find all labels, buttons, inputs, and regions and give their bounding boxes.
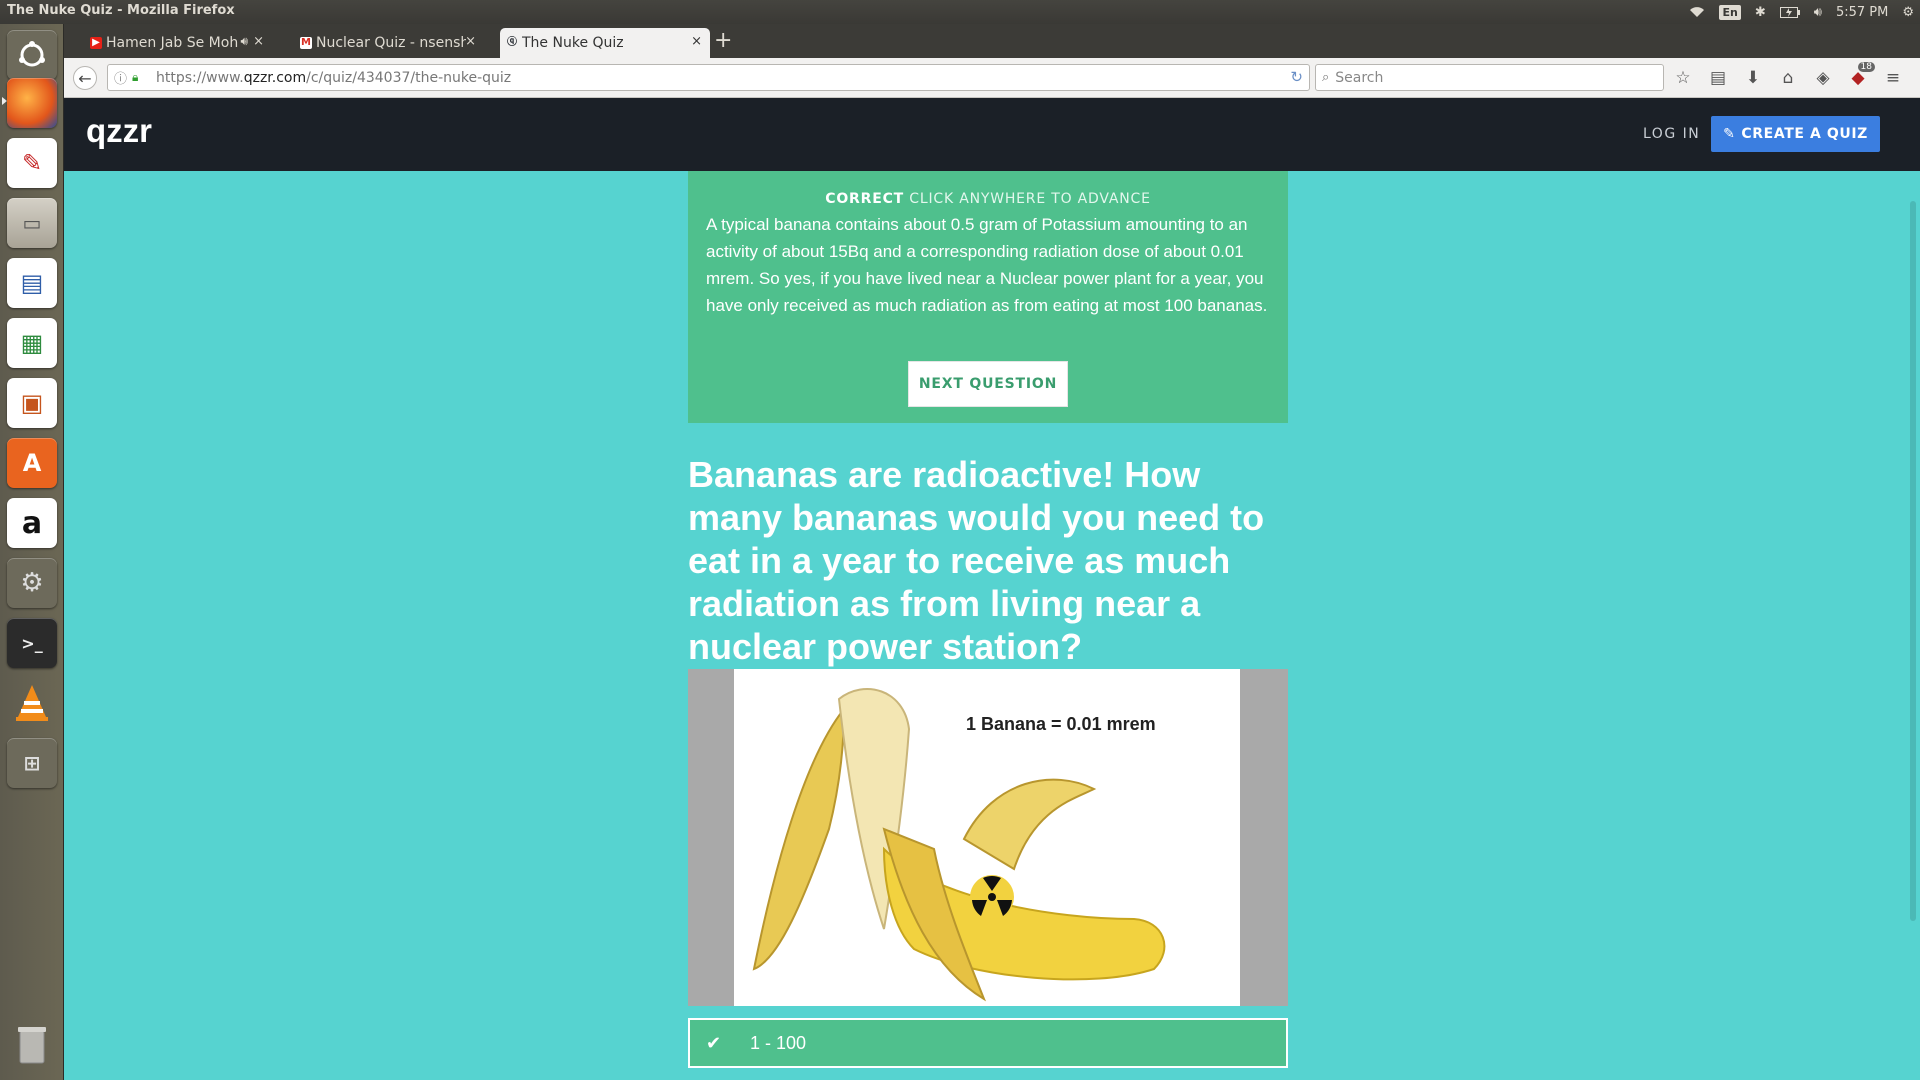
amazon-icon[interactable]: a: [7, 498, 57, 548]
tab-youtube[interactable]: ▶ Hamen Jab Se Moha 🔊︎ ×: [84, 28, 272, 58]
language-indicator[interactable]: En: [1719, 4, 1741, 20]
bookmark-star-icon[interactable]: ☆: [1672, 67, 1694, 89]
calc-icon[interactable]: ▦: [7, 318, 57, 368]
scrollbar-thumb[interactable]: [1910, 201, 1916, 921]
feedback-explanation: A typical banana contains about 0.5 gram…: [706, 215, 1268, 315]
checkmark-icon: ✔: [706, 1032, 722, 1054]
top-panel: The Nuke Quiz - Mozilla Firefox En ✱ 🔊︎ …: [0, 0, 1920, 24]
software-center-icon[interactable]: A: [7, 438, 57, 488]
search-bar[interactable]: ⌕ Search: [1315, 64, 1664, 91]
new-tab-button[interactable]: +: [714, 29, 732, 53]
log-in-link[interactable]: LOG IN: [1643, 126, 1700, 142]
pocket-icon[interactable]: ◈: [1812, 67, 1834, 89]
feedback-status: CORRECT CLICK ANYWHERE TO ADVANCE: [688, 191, 1288, 207]
bluetooth-icon[interactable]: ✱: [1755, 5, 1766, 20]
lock-icon[interactable]: 🔒︎: [132, 70, 146, 85]
launcher: ✎ ▭ ▤ ▦ ▣ A a ⚙ >_ ⊞: [0, 24, 64, 1080]
terminal-icon[interactable]: >_: [7, 618, 57, 668]
search-icon: ⌕: [1322, 70, 1330, 85]
tab-bar: ▶ Hamen Jab Se Moha 🔊︎ × M Nuclear Quiz …: [64, 24, 1920, 58]
close-tab-icon[interactable]: ×: [253, 34, 264, 49]
download-icon[interactable]: ⬇: [1742, 67, 1764, 89]
create-quiz-label: CREATE A QUIZ: [1741, 126, 1868, 142]
url-text[interactable]: https://www.qzzr.com/c/quiz/434037/the-n…: [156, 70, 511, 86]
reload-icon[interactable]: ↻: [1290, 68, 1303, 86]
answer-feedback-card[interactable]: CORRECT CLICK ANYWHERE TO ADVANCE A typi…: [688, 171, 1288, 423]
edit-icon: ✎: [1723, 126, 1736, 142]
search-input[interactable]: Search: [1335, 70, 1383, 86]
tab-gmail[interactable]: M Nuclear Quiz - nsensha ×: [294, 28, 484, 58]
scrollbar[interactable]: [1906, 171, 1920, 1080]
qzzr-logo[interactable]: qzzr: [86, 112, 152, 150]
battery-icon[interactable]: [1779, 6, 1800, 18]
question-image: 1 Banana = 0.01 mrem: [688, 669, 1288, 1006]
gmail-icon: M: [300, 37, 312, 49]
question-title: Bananas are radioactive! How many banana…: [688, 454, 1265, 667]
tab-label: Nuclear Quiz - nsensha: [316, 35, 466, 51]
impress-icon[interactable]: ▣: [7, 378, 57, 428]
back-arrow-icon[interactable]: ←: [73, 66, 97, 90]
image-caption: 1 Banana = 0.01 mrem: [966, 714, 1156, 734]
file-manager-icon[interactable]: ▭: [7, 198, 57, 248]
clock[interactable]: 5:57 PM: [1836, 5, 1888, 20]
audio-playing-icon[interactable]: 🔊︎: [240, 34, 248, 49]
create-quiz-button[interactable]: ✎ CREATE A QUIZ: [1711, 116, 1880, 152]
answer-option-selected[interactable]: ✔ 1 - 100: [688, 1018, 1288, 1068]
vlc-icon[interactable]: [7, 678, 57, 728]
reading-list-icon[interactable]: ▤: [1707, 67, 1729, 89]
window-title: The Nuke Quiz - Mozilla Firefox: [7, 3, 235, 18]
menu-icon[interactable]: ≡: [1882, 67, 1904, 89]
url-bar[interactable]: ⓘ 🔒︎ https://www.qzzr.com/c/quiz/434037/…: [107, 64, 1310, 91]
tab-label: The Nuke Quiz: [522, 35, 624, 51]
dash-icon[interactable]: [7, 30, 57, 80]
nav-bar: ← ⓘ 🔒︎ https://www.qzzr.com/c/quiz/43403…: [64, 58, 1920, 98]
trash-icon[interactable]: [7, 1020, 57, 1070]
system-tray: En ✱ 🔊︎ 5:57 PM ⚙: [1689, 0, 1914, 24]
tab-label: Hamen Jab Se Moha: [106, 35, 238, 51]
close-tab-icon[interactable]: ×: [691, 34, 702, 49]
next-question-button[interactable]: NEXT QUESTION: [908, 361, 1068, 407]
workspace-switcher-icon[interactable]: ⊞: [7, 738, 57, 788]
tab-the-nuke-quiz[interactable]: ⓠ The Nuke Quiz ×: [500, 28, 710, 58]
writer-icon[interactable]: ▤: [7, 258, 57, 308]
answer-label: 1 - 100: [750, 1032, 807, 1053]
info-icon[interactable]: ⓘ: [114, 68, 132, 87]
document-viewer-icon[interactable]: ✎: [7, 138, 57, 188]
firefox-icon[interactable]: [7, 78, 57, 128]
close-tab-icon[interactable]: ×: [465, 34, 476, 49]
advance-hint: CLICK ANYWHERE TO ADVANCE: [909, 191, 1151, 207]
site-header: qzzr LOG IN ✎ CREATE A QUIZ: [64, 98, 1920, 171]
settings-gear-icon[interactable]: ⚙: [1902, 5, 1914, 20]
wifi-icon[interactable]: [1689, 6, 1705, 18]
youtube-icon: ▶: [90, 37, 102, 49]
qzzr-icon: ⓠ: [507, 37, 517, 48]
addon-badge: 18: [1857, 62, 1875, 72]
volume-icon[interactable]: 🔊︎: [1814, 5, 1822, 20]
correct-label: CORRECT: [825, 191, 905, 207]
home-icon[interactable]: ⌂: [1777, 67, 1799, 89]
page-viewport: qzzr LOG IN ✎ CREATE A QUIZ CORRECT CLIC…: [64, 98, 1920, 1080]
ublock-addon-icon[interactable]: ◆ 18: [1847, 62, 1875, 89]
banana-photo: 1 Banana = 0.01 mrem: [734, 669, 1240, 1006]
system-settings-icon[interactable]: ⚙: [7, 558, 57, 608]
